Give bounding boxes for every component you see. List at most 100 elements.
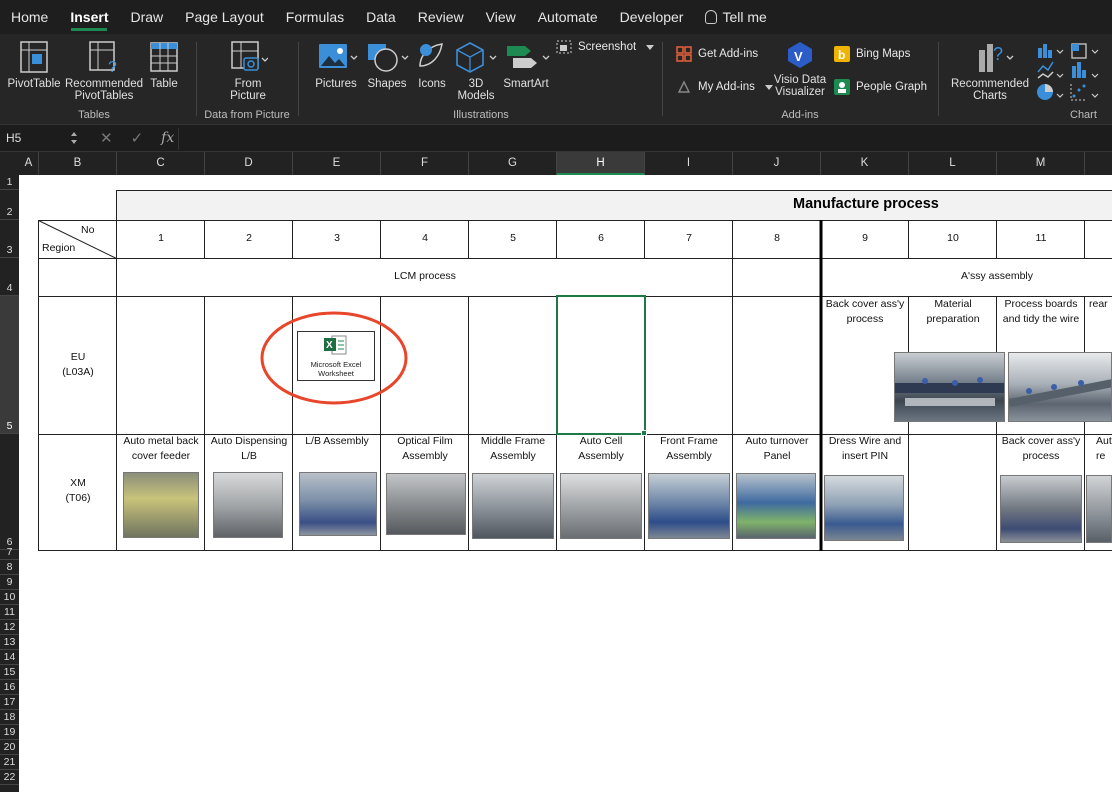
3d-models-button[interactable]: 3D Models [452,40,500,102]
column-header-g[interactable]: G [469,152,557,175]
from-picture-button[interactable]: From Picture [220,40,276,102]
row-header[interactable]: 14 [0,650,19,665]
table-button[interactable]: Table [146,40,182,90]
enter-icon[interactable]: ✓ [131,129,144,147]
hierarchy-chart-icon [1071,43,1087,59]
row-header[interactable]: 20 [0,740,19,755]
tab-insert[interactable]: Insert [59,0,119,34]
formula-input[interactable] [178,128,1112,150]
tab-automate[interactable]: Automate [527,0,609,34]
recommended-charts-button[interactable]: ? Recommended Charts [950,40,1030,102]
icons-button[interactable]: Icons [412,40,452,90]
chart-type-gallery[interactable] [1034,40,1112,104]
row-header[interactable]: 1 [0,175,19,190]
row-header[interactable]: 2 [0,190,19,220]
row-header[interactable]: 3 [0,220,19,258]
step-number: 4 [422,232,428,244]
tab-view[interactable]: View [475,0,527,34]
column-header-e[interactable]: E [293,152,381,175]
ribbon-separator [938,42,939,116]
row-header[interactable]: 22 [0,770,19,785]
row-header[interactable]: 5 [0,296,19,434]
column-header-m[interactable]: M [997,152,1085,175]
column-header-k[interactable]: K [821,152,909,175]
row-header[interactable]: 11 [0,605,19,620]
row-header[interactable]: 9 [0,575,19,590]
tab-draw[interactable]: Draw [119,0,174,34]
region-eu-name: EU [70,351,86,363]
header-no: No [81,224,95,236]
factory-photo-art [895,377,1004,406]
worksheet-grid[interactable]: Manufacture process No Region 1 2 3 4 5 … [19,175,1112,792]
lightbulb-icon [705,10,718,24]
visio-data-visualizer-button[interactable]: V Visio Data Visualizer [772,40,828,98]
my-addins-button[interactable]: My Add-ins [676,79,773,95]
tab-page-layout[interactable]: Page Layout [174,0,275,34]
insert-function-icon[interactable]: fx [161,130,174,146]
row-header[interactable]: 12 [0,620,19,635]
row-header[interactable]: 16 [0,680,19,695]
column-header-i[interactable]: I [645,152,733,175]
eu-step-l-line1: Material [934,298,972,310]
pivottable-label: PivotTable [7,78,61,90]
tab-data[interactable]: Data [355,0,407,34]
column-header-f[interactable]: F [381,152,469,175]
column-header-b[interactable]: B [39,152,117,175]
eu-step-n: rear [1089,298,1108,310]
row-header[interactable]: 4 [0,258,19,296]
pivottable-button[interactable]: PivotTable [6,40,62,90]
group-label-tables: Tables [78,109,110,121]
step-number: 6 [598,232,604,244]
row-header[interactable]: 10 [0,590,19,605]
red-annotation-circle [260,311,408,405]
scatter-chart-icon [1070,84,1087,101]
column-header-l[interactable]: L [909,152,997,175]
step-number: 9 [862,232,868,244]
header-region: Region [42,242,76,254]
factory-photo [213,472,283,538]
row-header[interactable]: 7 [0,546,19,560]
get-addins-button[interactable]: Get Add-ins [676,46,758,62]
row-header[interactable]: 8 [0,560,19,575]
step-number: 2 [246,232,252,244]
screenshot-button[interactable]: Screenshot [556,40,655,54]
shapes-button[interactable]: Shapes [364,40,410,90]
ribbon-separator [662,42,663,116]
cancel-icon[interactable]: ✕ [100,129,113,147]
tab-developer[interactable]: Developer [609,0,695,34]
row-header[interactable]: 19 [0,725,19,740]
xm-step-line: cover feeder [131,450,191,462]
tab-tell-me[interactable]: Tell me [694,0,777,34]
people-graph-button[interactable]: People Graph [834,79,927,95]
row-header[interactable]: 13 [0,635,19,650]
tab-formulas[interactable]: Formulas [275,0,355,34]
smartart-button[interactable]: SmartArt [500,40,552,90]
row-header[interactable]: 15 [0,665,19,680]
from-picture-label-1: From [234,78,262,90]
column-header-h[interactable]: H [557,152,645,175]
tell-me-label: Tell me [722,9,767,25]
region-eu-code: (L03A) [62,366,94,378]
svg-text:V: V [794,49,803,64]
column-header-n[interactable] [1085,152,1112,175]
pictures-button[interactable]: Pictures [310,40,362,90]
tab-review[interactable]: Review [407,0,475,34]
name-box[interactable]: H5 [0,127,82,149]
column-header-j[interactable]: J [733,152,821,175]
row-header[interactable]: 21 [0,755,19,770]
tab-home[interactable]: Home [0,0,59,34]
row-header[interactable]: 18 [0,710,19,725]
xm-step-line: insert PIN [841,450,889,462]
eu-step-k: Back cover ass'y process [821,297,909,327]
column-header-d[interactable]: D [205,152,293,175]
factory-photo [123,472,199,538]
row-header[interactable]: 17 [0,695,19,710]
column-header-c[interactable]: C [117,152,205,175]
column-header-a[interactable]: A [19,152,39,175]
selected-cell-h5[interactable] [556,295,646,435]
recommended-pivottables-button[interactable]: ? Recommended PivotTables [64,40,144,102]
row-header[interactable]: 6 [0,434,19,550]
bing-maps-button[interactable]: b Bing Maps [834,46,910,62]
xm-step-line: Back cover ass'y [1001,435,1081,447]
xm-step-label: Auto Dispensing L/B [205,434,293,464]
